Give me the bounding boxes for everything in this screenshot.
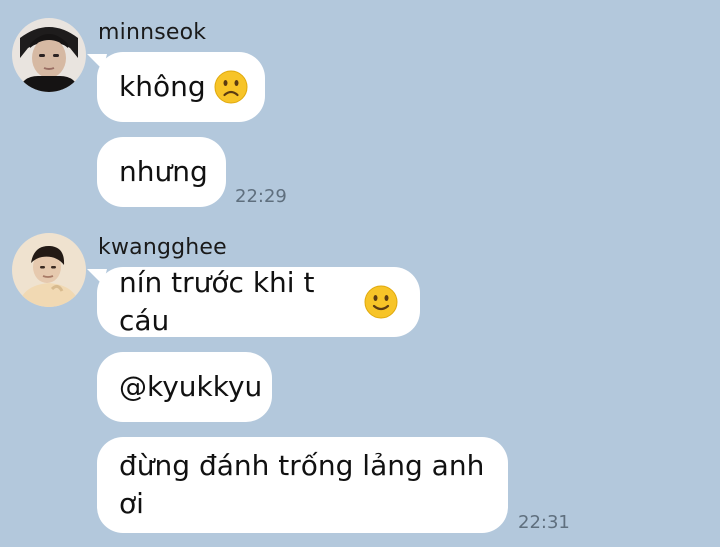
- message-bubble[interactable]: không: [87, 52, 265, 122]
- message-timestamp: 22:29: [235, 186, 287, 207]
- sender-name-minnseok: minnseok: [98, 20, 207, 45]
- message-bubble[interactable]: đừng đánh trống lảng anh ơi: [97, 437, 508, 533]
- sender-name-kwangghee: kwangghee: [98, 235, 227, 260]
- message-timestamp: 22:31: [518, 512, 570, 533]
- person-photo-icon: [12, 233, 86, 307]
- message-text: @kyukkyu: [119, 370, 263, 404]
- message-text: nín trước khi t cáu: [119, 266, 315, 337]
- message-bubble[interactable]: @kyukkyu: [97, 352, 272, 422]
- message-text: không: [119, 70, 206, 104]
- avatar-minnseok[interactable]: [12, 18, 86, 92]
- message-bubble[interactable]: nhưng: [97, 137, 226, 207]
- person-photo-icon: [12, 18, 86, 92]
- chat-view[interactable]: minnseok không nhưng 22:29 kwangghee nín…: [0, 0, 720, 547]
- message-text: nhưng: [119, 155, 208, 189]
- slightly-smiling-face-icon: [364, 285, 398, 319]
- message-bubble[interactable]: nín trước khi t cáu: [87, 266, 420, 337]
- slightly-frowning-face-icon: [214, 70, 248, 104]
- avatar-kwangghee[interactable]: [12, 233, 86, 307]
- message-text: đừng đánh trống lảng anh ơi: [119, 449, 485, 520]
